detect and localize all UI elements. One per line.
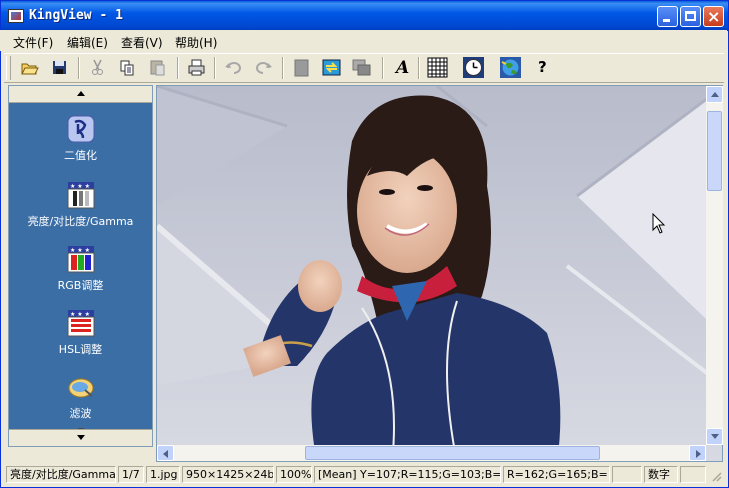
sidebar-item-label: 滤波 bbox=[69, 407, 92, 420]
sidebar-scroll-down-button[interactable] bbox=[9, 429, 152, 446]
sidebar-scroll-up-button[interactable] bbox=[9, 86, 152, 103]
horizontal-scroll-thumb[interactable] bbox=[305, 446, 600, 460]
brightness-contrast-icon: ★ ★ ★ bbox=[67, 181, 95, 209]
rgb-adjust-icon: ★ ★ ★ bbox=[67, 245, 95, 273]
status-empty-2 bbox=[680, 466, 706, 483]
new-page-button[interactable] bbox=[290, 56, 313, 79]
grid-button[interactable] bbox=[426, 56, 449, 79]
binarize-icon bbox=[67, 115, 95, 143]
scroll-left-button[interactable] bbox=[157, 445, 174, 461]
vertical-scroll-thumb[interactable] bbox=[707, 111, 722, 191]
help-icon: ? bbox=[538, 58, 547, 76]
photo-image bbox=[157, 86, 722, 461]
open-folder-icon bbox=[21, 63, 39, 75]
arrow-up-icon bbox=[711, 92, 719, 97]
status-pixel: R=162;G=165;B=182 bbox=[503, 466, 610, 483]
scroll-down-button[interactable] bbox=[706, 428, 723, 445]
status-file: 1.jpg bbox=[146, 466, 180, 483]
menu-edit[interactable]: 编辑(E) bbox=[67, 34, 108, 51]
windows-button[interactable] bbox=[350, 56, 373, 79]
paste-icon bbox=[150, 60, 165, 76]
text-button[interactable]: A bbox=[390, 56, 413, 79]
scroll-up-button[interactable] bbox=[706, 86, 723, 103]
status-empty bbox=[612, 466, 642, 483]
hsl-adjust-icon: ★ ★ ★ bbox=[67, 309, 95, 337]
clock-icon bbox=[463, 57, 484, 78]
mouse-cursor-icon bbox=[652, 213, 666, 234]
menu-bar: 文件(F) 编辑(E) 查看(V) 帮助(H) bbox=[0, 30, 727, 51]
title-bar[interactable]: KingView - 1 × bbox=[1, 1, 728, 31]
copy-icon bbox=[120, 60, 134, 76]
toolbar-separator bbox=[214, 57, 216, 79]
close-button[interactable]: × bbox=[703, 6, 724, 27]
filter-icon bbox=[67, 373, 95, 401]
open-button[interactable] bbox=[18, 56, 41, 79]
toolbar-separator bbox=[78, 57, 80, 79]
sidebar-item-label: 亮度/对比度/Gamma bbox=[27, 215, 134, 228]
grid-icon bbox=[427, 57, 448, 78]
sidebar-item-label: HSL调整 bbox=[58, 343, 103, 356]
arrow-down-icon bbox=[711, 434, 719, 439]
status-tool: 亮度/对比度/Gamma bbox=[6, 466, 116, 483]
toolbar-separator bbox=[282, 57, 284, 79]
window-title: KingView - 1 bbox=[29, 8, 123, 23]
cut-button[interactable] bbox=[86, 56, 109, 79]
app-icon[interactable] bbox=[8, 9, 24, 23]
text-icon: A bbox=[396, 58, 410, 78]
sidebar-item-rgb[interactable]: ★ ★ ★ RGB调整 bbox=[9, 245, 152, 293]
status-zoom: 100% bbox=[276, 466, 312, 483]
menu-help[interactable]: 帮助(H) bbox=[175, 34, 217, 51]
sidebar-item-hsl[interactable]: ★ ★ ★ HSL调整 bbox=[9, 309, 152, 357]
blank-page-icon bbox=[294, 59, 309, 77]
convert-icon bbox=[322, 59, 341, 76]
redo-button[interactable] bbox=[252, 56, 275, 79]
menu-view[interactable]: 查看(V) bbox=[121, 34, 163, 51]
sidebar-item-label: RGB调整 bbox=[57, 279, 104, 292]
arrow-right-icon bbox=[696, 450, 701, 458]
save-button[interactable] bbox=[48, 56, 71, 79]
sidebar-item-brightness-contrast[interactable]: ★ ★ ★ 亮度/对比度/Gamma bbox=[9, 181, 152, 229]
status-numlock: 数字 bbox=[644, 466, 678, 483]
undo-icon bbox=[225, 62, 241, 74]
globe-icon bbox=[500, 57, 521, 78]
toolbar-separator bbox=[382, 57, 384, 79]
print-icon bbox=[188, 59, 205, 76]
tool-sidebar: 二值化 ★ ★ ★ 亮度/对比度/Gamma ★ ★ ★ RGB调整 ★ ★ ★… bbox=[8, 85, 153, 447]
resize-grip-icon[interactable] bbox=[710, 470, 722, 482]
help-button[interactable]: ? bbox=[532, 56, 555, 79]
close-icon: × bbox=[707, 7, 721, 26]
toolbar-separator bbox=[177, 57, 179, 79]
copy-button[interactable] bbox=[116, 56, 139, 79]
arrow-down-icon bbox=[77, 435, 85, 440]
status-bar: 亮度/对比度/Gamma 1/7 1.jpg 950×1425×24b 100%… bbox=[4, 464, 725, 484]
globe-button[interactable] bbox=[499, 56, 522, 79]
minimize-icon bbox=[663, 19, 670, 22]
print-button[interactable] bbox=[185, 56, 208, 79]
cut-icon bbox=[92, 59, 103, 75]
maximize-icon bbox=[685, 11, 696, 21]
redo-icon bbox=[256, 62, 272, 74]
minimize-button[interactable] bbox=[657, 6, 678, 27]
save-icon bbox=[53, 61, 66, 74]
status-dimensions: 950×1425×24b bbox=[182, 466, 274, 483]
sidebar-item-filter[interactable]: 滤波 bbox=[9, 373, 152, 421]
arrow-up-icon bbox=[77, 91, 85, 96]
arrow-left-icon bbox=[163, 450, 168, 458]
undo-button[interactable] bbox=[222, 56, 245, 79]
toolbar-separator bbox=[418, 57, 420, 79]
windows-icon bbox=[352, 59, 371, 76]
clock-button[interactable] bbox=[462, 56, 485, 79]
status-mean: [Mean] Y=107;R=115;G=103;B=107 bbox=[314, 466, 501, 483]
status-page: 1/7 bbox=[118, 466, 144, 483]
menu-file[interactable]: 文件(F) bbox=[13, 34, 53, 51]
image-viewer[interactable] bbox=[156, 85, 723, 462]
sidebar-item-binarize[interactable]: 二值化 bbox=[9, 115, 152, 163]
maximize-button[interactable] bbox=[680, 6, 701, 27]
convert-button[interactable] bbox=[320, 56, 343, 79]
toolbar-grip[interactable] bbox=[6, 56, 11, 80]
paste-button[interactable] bbox=[146, 56, 169, 79]
scroll-right-button[interactable] bbox=[689, 445, 706, 461]
sidebar-item-label: 二值化 bbox=[64, 149, 97, 162]
